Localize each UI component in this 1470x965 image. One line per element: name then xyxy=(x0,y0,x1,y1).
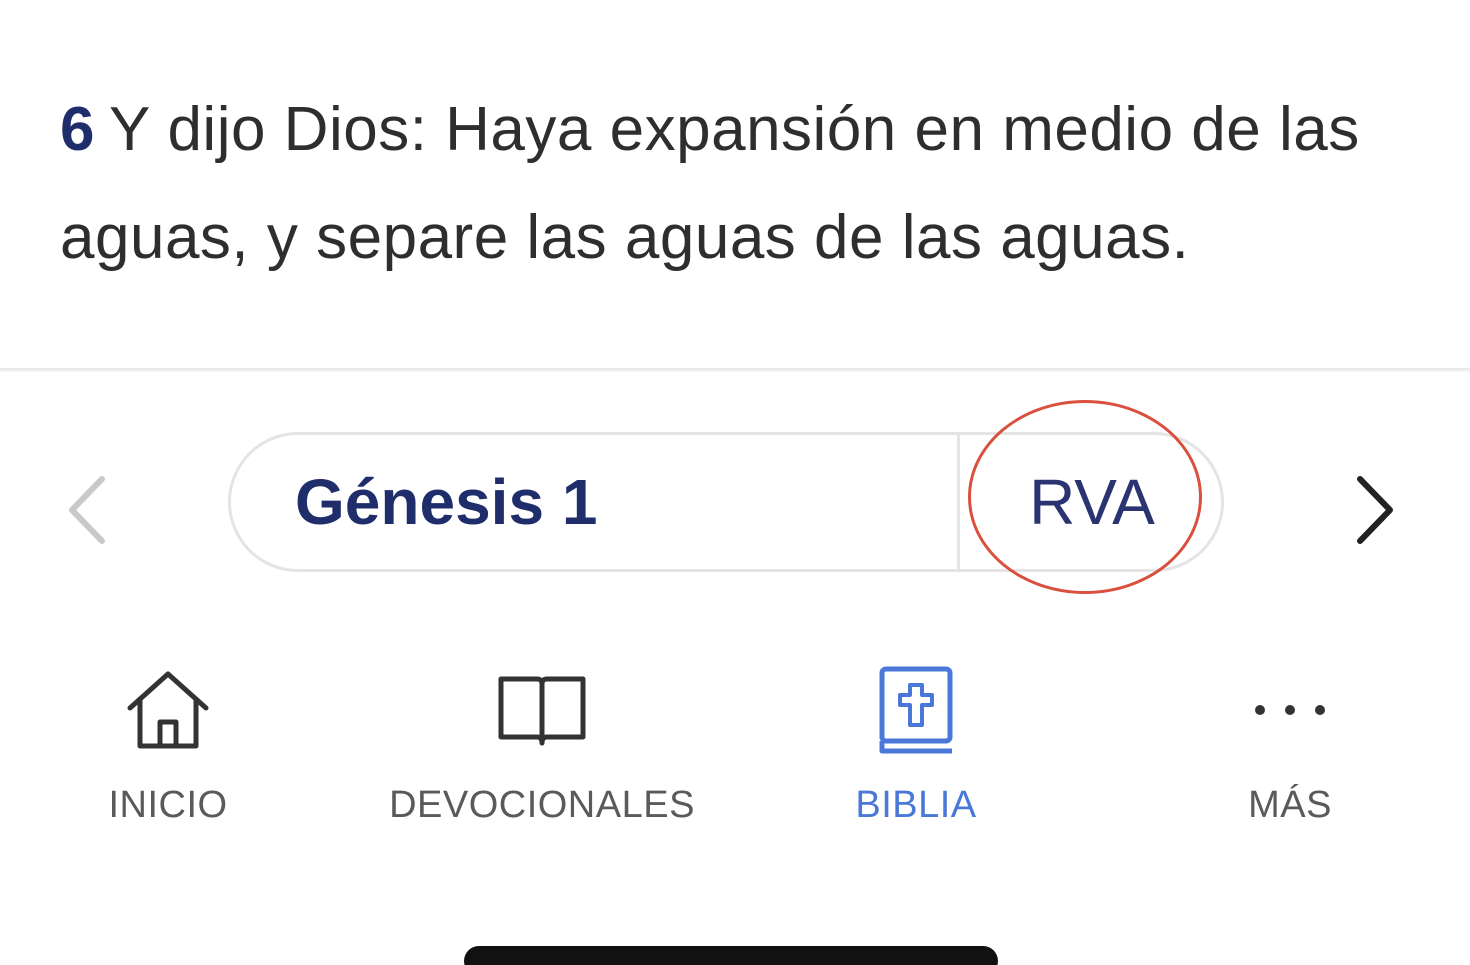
book-chapter-button[interactable]: Génesis 1 xyxy=(231,435,957,569)
bible-icon xyxy=(866,660,966,760)
verse-text: Y dijo Dios: Haya expansión en medio de … xyxy=(60,95,1360,272)
bottom-tab-bar: INICIO DEVOCIONALES BIBLIA MÁS xyxy=(0,640,1470,860)
tab-label-inicio: INICIO xyxy=(108,784,228,826)
verse[interactable]: 6Y dijo Dios: Haya expansión en medio de… xyxy=(60,76,1420,292)
chapter-version-selector: Génesis 1 RVA xyxy=(228,432,1224,572)
tab-mas[interactable]: MÁS xyxy=(1110,660,1470,840)
home-icon xyxy=(118,660,218,760)
tab-devocionales[interactable]: DEVOCIONALES xyxy=(362,660,722,840)
home-indicator[interactable] xyxy=(464,946,998,965)
more-dots-icon xyxy=(1240,660,1340,760)
tab-label-mas: MÁS xyxy=(1248,784,1332,826)
open-book-icon xyxy=(492,660,592,760)
chevron-right-icon xyxy=(1357,476,1393,544)
bible-app-screen: 6Y dijo Dios: Haya expansión en medio de… xyxy=(0,0,1470,965)
next-chapter-button[interactable] xyxy=(1346,470,1406,550)
version-button[interactable]: RVA xyxy=(960,435,1224,569)
reading-area[interactable]: 6Y dijo Dios: Haya expansión en medio de… xyxy=(0,0,1470,368)
tab-biblia[interactable]: BIBLIA xyxy=(736,660,1096,840)
previous-chapter-button[interactable] xyxy=(56,470,116,550)
tab-label-biblia: BIBLIA xyxy=(855,784,977,826)
chapter-navigation-bar: Génesis 1 RVA xyxy=(0,372,1470,632)
chevron-left-icon xyxy=(69,476,105,544)
tab-inicio[interactable]: INICIO xyxy=(0,660,348,840)
tab-label-devocionales: DEVOCIONALES xyxy=(389,784,695,826)
verse-number: 6 xyxy=(60,95,95,164)
